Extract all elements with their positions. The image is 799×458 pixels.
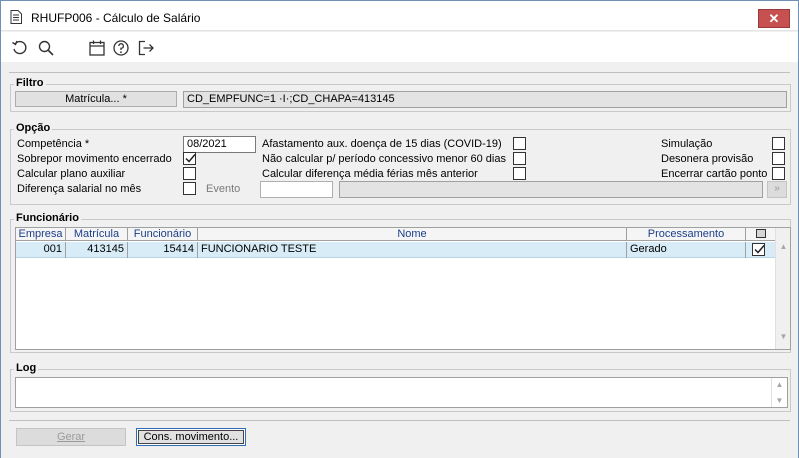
calcular-plano-checkbox[interactable] — [183, 167, 196, 180]
check-icon — [185, 154, 196, 163]
cell-empresa: 001 — [16, 242, 66, 258]
afastamento-label: Afastamento aux. doença de 15 dias (COVI… — [262, 138, 502, 150]
matricula-button[interactable]: Matrícula... * — [15, 91, 177, 107]
diferenca-salarial-label: Diferença salarial no mês — [17, 183, 142, 195]
filter-value-field[interactable]: CD_EMPFUNC=1 ·I·;CD_CHAPA=413145 — [183, 91, 787, 108]
close-button[interactable]: ✕ — [758, 9, 790, 28]
encerrar-label: Encerrar cartão ponto — [661, 168, 768, 180]
simulacao-checkbox[interactable] — [772, 137, 785, 150]
column-header-nome[interactable]: Nome — [198, 228, 627, 241]
cons-movimento-button[interactable]: Cons. movimento... — [136, 428, 246, 446]
column-header-processamento[interactable]: Processamento — [627, 228, 746, 241]
nao-calcular-checkbox[interactable] — [513, 152, 526, 165]
check-icon — [754, 245, 765, 254]
scroll-up-icon[interactable]: ▲ — [779, 242, 788, 251]
evento-label: Evento — [206, 183, 241, 195]
filtro-title: Filtro — [14, 77, 46, 89]
opcao-group: Opção Competência * 08/2021 Sobrepor mov… — [10, 122, 791, 205]
cell-processamento: Gerado — [627, 242, 746, 258]
funcionario-group: Funcionário Empresa Matrícula Funcionári… — [10, 212, 791, 353]
title-bar: RHUFP006 - Cálculo de Salário ✕ — [1, 1, 798, 31]
cell-matricula: 413145 — [66, 242, 128, 258]
desonera-checkbox[interactable] — [772, 152, 785, 165]
column-header-empresa[interactable]: Empresa — [16, 228, 66, 241]
cell-select — [746, 242, 776, 258]
undo-icon[interactable] — [11, 39, 29, 57]
log-textarea[interactable] — [15, 377, 788, 408]
log-group: Log ▲ ▼ — [10, 362, 791, 412]
funcionario-title: Funcionário — [14, 212, 81, 224]
nao-calcular-label: Não calcular p/ período concessivo menor… — [262, 153, 506, 165]
window-title: RHUFP006 - Cálculo de Salário — [31, 11, 201, 25]
help-icon[interactable] — [112, 39, 130, 57]
evento-description-field — [339, 181, 763, 198]
funcionario-table: Empresa Matrícula Funcionário Nome Proce… — [15, 227, 791, 350]
calendar-icon[interactable] — [88, 39, 106, 57]
sobrepor-label: Sobrepor movimento encerrado — [17, 153, 172, 165]
evento-input[interactable] — [260, 181, 333, 198]
log-scrollbar[interactable]: ▲ ▼ — [771, 378, 786, 407]
scroll-down-icon[interactable]: ▼ — [779, 332, 788, 341]
footer-separator — [9, 420, 790, 421]
calcular-plano-label: Calcular plano auxiliar — [17, 168, 126, 180]
log-title: Log — [14, 362, 39, 374]
calcular-diferenca-label: Calcular diferença média férias mês ante… — [262, 168, 478, 180]
toolbar — [1, 32, 798, 62]
column-header-select-all[interactable] — [746, 228, 776, 241]
exit-icon[interactable] — [137, 39, 155, 57]
row-select-checkbox[interactable] — [752, 243, 765, 256]
column-header-funcionario[interactable]: Funcionário — [128, 228, 198, 241]
competencia-input[interactable]: 08/2021 — [183, 136, 256, 153]
competencia-label: Competência * — [17, 138, 90, 150]
gerar-button[interactable]: Gerar — [16, 428, 126, 446]
evento-lookup-button[interactable]: » — [767, 181, 787, 198]
sobrepor-checkbox[interactable] — [183, 152, 196, 165]
log-scroll-up-icon[interactable]: ▲ — [775, 380, 784, 389]
document-icon — [10, 10, 22, 24]
log-scroll-down-icon[interactable]: ▼ — [775, 396, 784, 405]
column-header-matricula[interactable]: Matrícula — [66, 228, 128, 241]
toolbar-separator — [9, 72, 790, 73]
opcao-title: Opção — [14, 122, 53, 134]
cell-nome: FUNCIONARIO TESTE — [198, 242, 627, 258]
select-all-icon — [755, 229, 766, 238]
diferenca-salarial-checkbox[interactable] — [183, 182, 196, 195]
encerrar-checkbox[interactable] — [772, 167, 785, 180]
desonera-label: Desonera provisão — [661, 153, 754, 165]
table-row[interactable]: 001 413145 15414 FUNCIONARIO TESTE Gerad… — [16, 242, 776, 258]
table-scrollbar[interactable]: ▲ ▼ — [775, 228, 790, 349]
search-icon[interactable] — [37, 39, 55, 57]
afastamento-checkbox[interactable] — [513, 137, 526, 150]
calcular-diferenca-checkbox[interactable] — [513, 167, 526, 180]
cell-funcionario: 15414 — [128, 242, 198, 258]
status-bar — [1, 449, 798, 458]
filtro-group: Filtro Matrícula... * CD_EMPFUNC=1 ·I·;C… — [10, 77, 791, 112]
simulacao-label: Simulação — [661, 138, 713, 150]
main-window: RHUFP006 - Cálculo de Salário ✕ Filtro M — [0, 0, 799, 458]
